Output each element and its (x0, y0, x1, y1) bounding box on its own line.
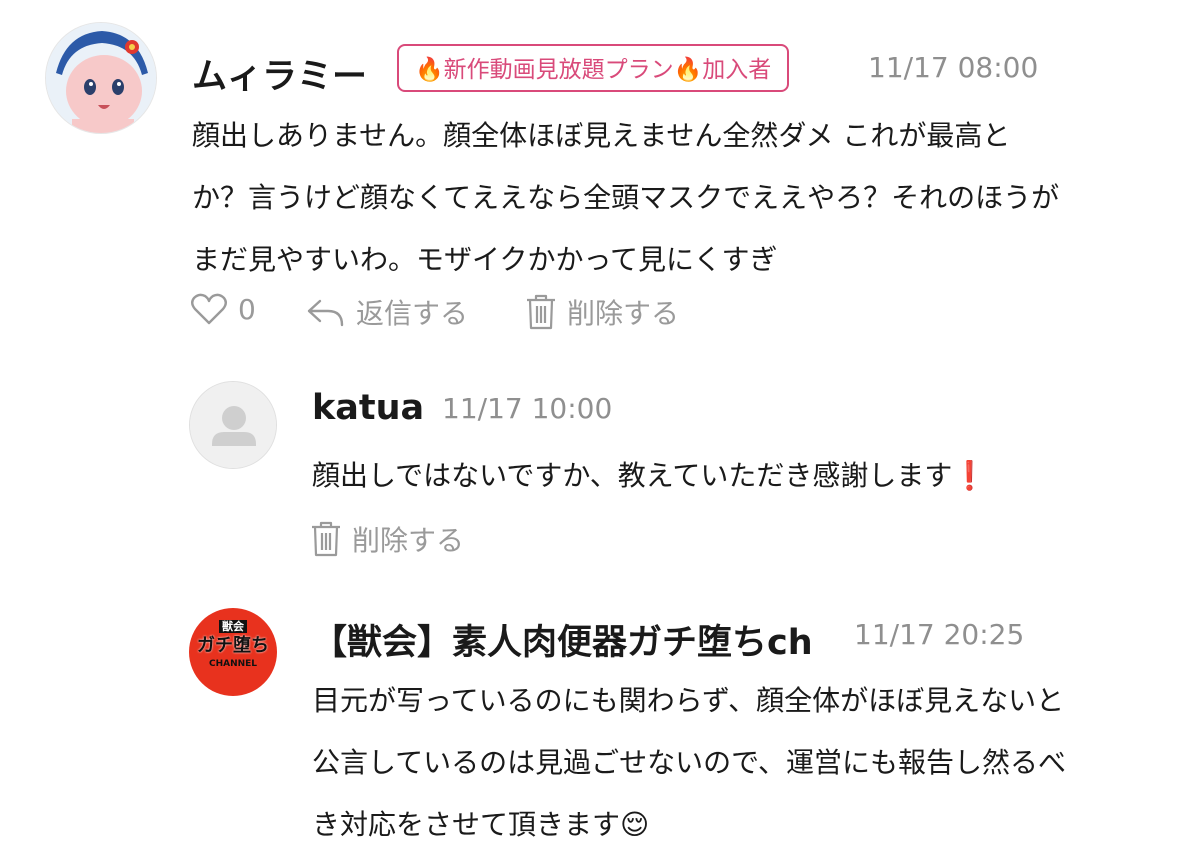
relieved-face-emoji: 😌 (620, 808, 650, 841)
channel-avatar[interactable]: 獣会 ガチ堕ち CHANNEL (189, 608, 277, 696)
anime-character-avatar-icon (46, 23, 156, 133)
comment-body: 顔出しありません。顔全体ほぼ見えません全然ダメ これが最高と か？言うけど顔なく… (192, 105, 1182, 291)
comment-body: 目元が写っているのにも関わらず、顔全体がほぼ見えないと 公言しているのは見過ごせ… (312, 670, 1182, 856)
badge-suffix: 加入者 (702, 57, 772, 83)
exclamation-emoji: ❗ (952, 459, 988, 492)
timestamp: 11/17 10:00 (442, 392, 613, 425)
fire-icon: 🔥 (673, 57, 703, 83)
avatar[interactable] (189, 381, 277, 469)
author-name[interactable]: katua (312, 388, 424, 428)
default-user-avatar-icon (190, 382, 276, 468)
plan-badge: 🔥新作動画見放題プラン🔥加入者 (397, 44, 790, 92)
avatar[interactable] (45, 22, 157, 134)
delete-button[interactable]: 削除する (310, 519, 464, 559)
like-button[interactable]: 0 (190, 292, 256, 326)
channel-avatar-top: 獣会 (219, 620, 247, 633)
channel-avatar-middle: ガチ堕ち (197, 635, 269, 656)
timestamp: 11/17 08:00 (868, 51, 1039, 84)
reply-button[interactable]: 返信する (306, 292, 468, 332)
comment-line: か？言うけど顔なくてええなら全頭マスクでええやろ？それのほうが (192, 181, 1060, 214)
timestamp: 11/17 20:25 (854, 618, 1025, 651)
reply-icon (307, 299, 344, 327)
comment-body: 顔出しではないですか、教えていただき感謝します❗ (312, 445, 987, 507)
delete-label: 削除する (567, 297, 680, 330)
comment-line: き対応をさせて頂きます (312, 808, 621, 841)
reply-label: 返信する (356, 297, 469, 330)
heart-icon (191, 293, 227, 325)
comment-line: 目元が写っているのにも関わらず、顔全体がほぼ見えないと (312, 684, 1065, 717)
channel-avatar-bottom: CHANNEL (208, 659, 258, 669)
comment-line: 顔出しありません。顔全体ほぼ見えません全然ダメ これが最高と (192, 119, 1011, 152)
author-name[interactable]: ムィラミー (192, 48, 367, 99)
author-name[interactable]: 【獣会】素人肉便器ガチ堕ちch (312, 614, 813, 665)
badge-text: 新作動画見放題プラン (443, 57, 674, 83)
fire-icon: 🔥 (415, 57, 444, 83)
trash-icon (527, 294, 555, 330)
comment-line: 公言しているのは見過ごせないので、運営にも報告し然るべ (312, 746, 1067, 779)
trash-icon (312, 521, 340, 557)
delete-button[interactable]: 削除する (525, 292, 679, 332)
like-count: 0 (238, 292, 256, 326)
comment-text: 顔出しではないですか、教えていただき感謝します (312, 459, 953, 492)
comment-line: まだ見やすいわ。モザイクかかって見にくすぎ (192, 243, 778, 276)
delete-label: 削除する (352, 524, 465, 557)
